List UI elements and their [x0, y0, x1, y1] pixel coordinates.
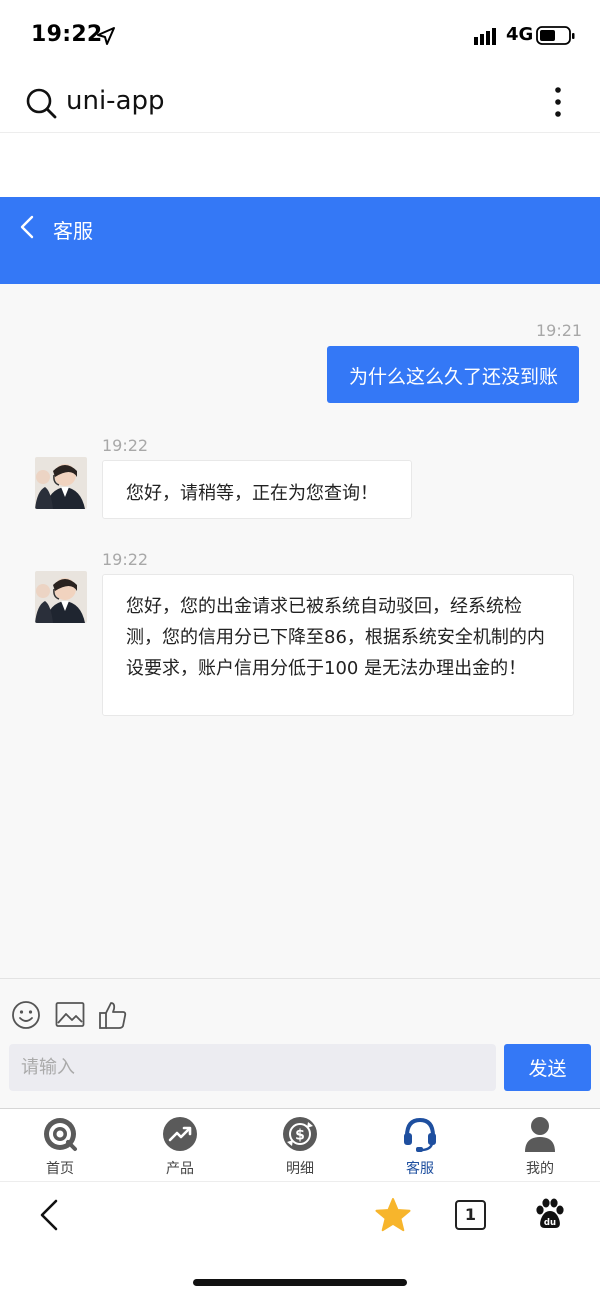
browser-title[interactable]: uni-app — [66, 86, 165, 116]
headset-icon — [404, 1117, 436, 1152]
message-time: 19:22 — [102, 436, 149, 455]
location-arrow-icon — [97, 27, 115, 45]
browser-back-icon[interactable] — [38, 1198, 60, 1232]
back-chevron-icon[interactable] — [18, 214, 36, 240]
search-icon[interactable] — [26, 88, 58, 120]
home-indicator — [193, 1279, 407, 1286]
image-icon[interactable] — [55, 998, 85, 1032]
tab-details[interactable]: $ 明细 — [240, 1112, 360, 1178]
svg-text:du: du — [544, 1218, 556, 1228]
agent-avatar — [35, 571, 87, 623]
svg-text:$: $ — [295, 1128, 305, 1144]
tab-products[interactable]: 产品 — [120, 1112, 240, 1178]
tab-label: 明细 — [286, 1161, 314, 1177]
home-target-icon — [44, 1118, 77, 1151]
message-input[interactable] — [9, 1044, 496, 1091]
page-title: 客服 — [53, 219, 93, 243]
message-time: 19:21 — [536, 321, 583, 340]
incoming-message: 您好，请稍等，正在为您查询！ — [102, 460, 412, 519]
incoming-message: 您好，您的出金请求已被系统自动驳回，经系统检测，您的信用分已下降至86，根据系统… — [102, 574, 574, 716]
tab-label: 首页 — [46, 1161, 74, 1177]
dollar-cycle-icon: $ — [283, 1117, 317, 1151]
baidu-paw-icon[interactable]: du — [534, 1198, 566, 1230]
star-icon[interactable] — [375, 1198, 411, 1232]
tab-customer-service[interactable]: 客服 — [360, 1112, 480, 1178]
battery-icon — [536, 26, 575, 45]
status-time: 19:22 — [31, 22, 103, 47]
send-button[interactable]: 发送 — [504, 1044, 591, 1091]
tabs-count-button[interactable]: 1 — [455, 1200, 486, 1230]
outgoing-message: 为什么这么久了还没到账 — [327, 346, 579, 403]
more-vertical-icon[interactable] — [550, 86, 566, 118]
network-label: 4G — [506, 24, 534, 45]
tab-label: 客服 — [406, 1161, 434, 1177]
tab-home[interactable]: 首页 — [0, 1112, 120, 1178]
thumbs-up-icon[interactable] — [98, 998, 128, 1032]
user-icon — [525, 1117, 555, 1152]
trend-chart-icon — [163, 1117, 197, 1151]
emoji-icon[interactable] — [11, 998, 41, 1032]
agent-avatar — [35, 457, 87, 509]
tab-profile[interactable]: 我的 — [480, 1112, 600, 1178]
tab-label: 产品 — [166, 1161, 194, 1177]
status-bar: 19:22 4G — [0, 0, 600, 70]
signal-icon — [474, 28, 496, 45]
message-time: 19:22 — [102, 550, 149, 569]
tab-label: 我的 — [526, 1161, 554, 1177]
